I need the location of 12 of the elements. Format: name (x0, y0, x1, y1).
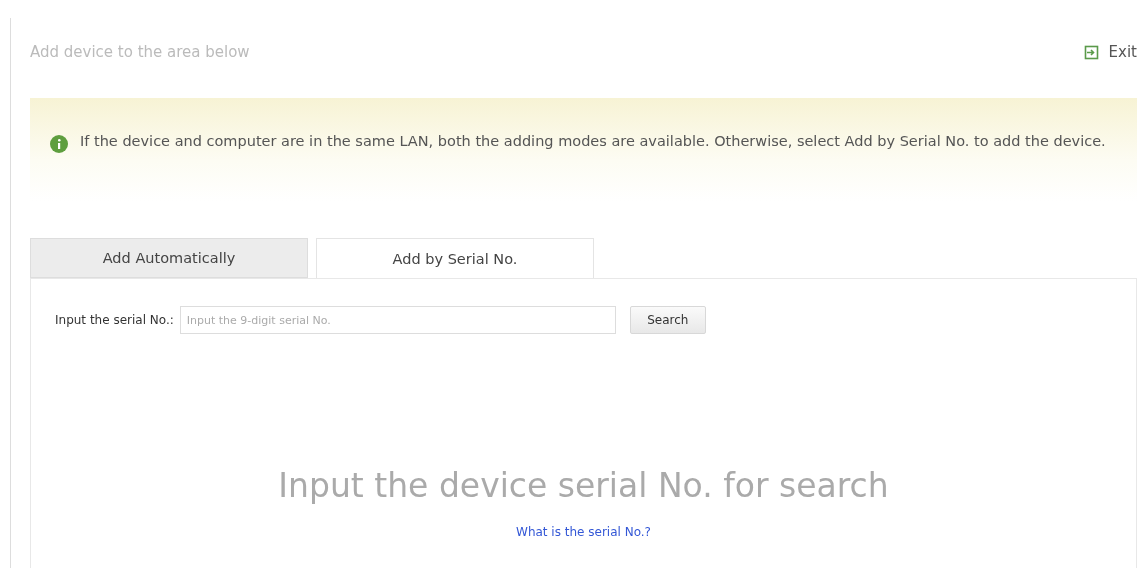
tab[interactable]: Add Automatically (30, 238, 308, 278)
exit-link[interactable]: Exit (1083, 43, 1137, 61)
search-button[interactable]: Search (629, 306, 706, 334)
empty-message: Input the device serial No. for search (278, 466, 889, 505)
exit-icon (1083, 44, 1099, 60)
page-title: Add device to the area below (30, 43, 250, 61)
serial-input-field[interactable]: Input the 9-digit serial No. (179, 306, 616, 334)
serial-label: Input the serial No.: (55, 313, 174, 327)
info-icon (50, 135, 68, 153)
tab[interactable]: Add by Serial No. (316, 238, 594, 278)
notice-text: If the device and computer are in the same LAN, both the adding modes are available. Otherwise, select Add by Serial No. to add the device. (80, 132, 1106, 151)
serial-help-link[interactable]: What is the serial No.? (516, 525, 651, 539)
